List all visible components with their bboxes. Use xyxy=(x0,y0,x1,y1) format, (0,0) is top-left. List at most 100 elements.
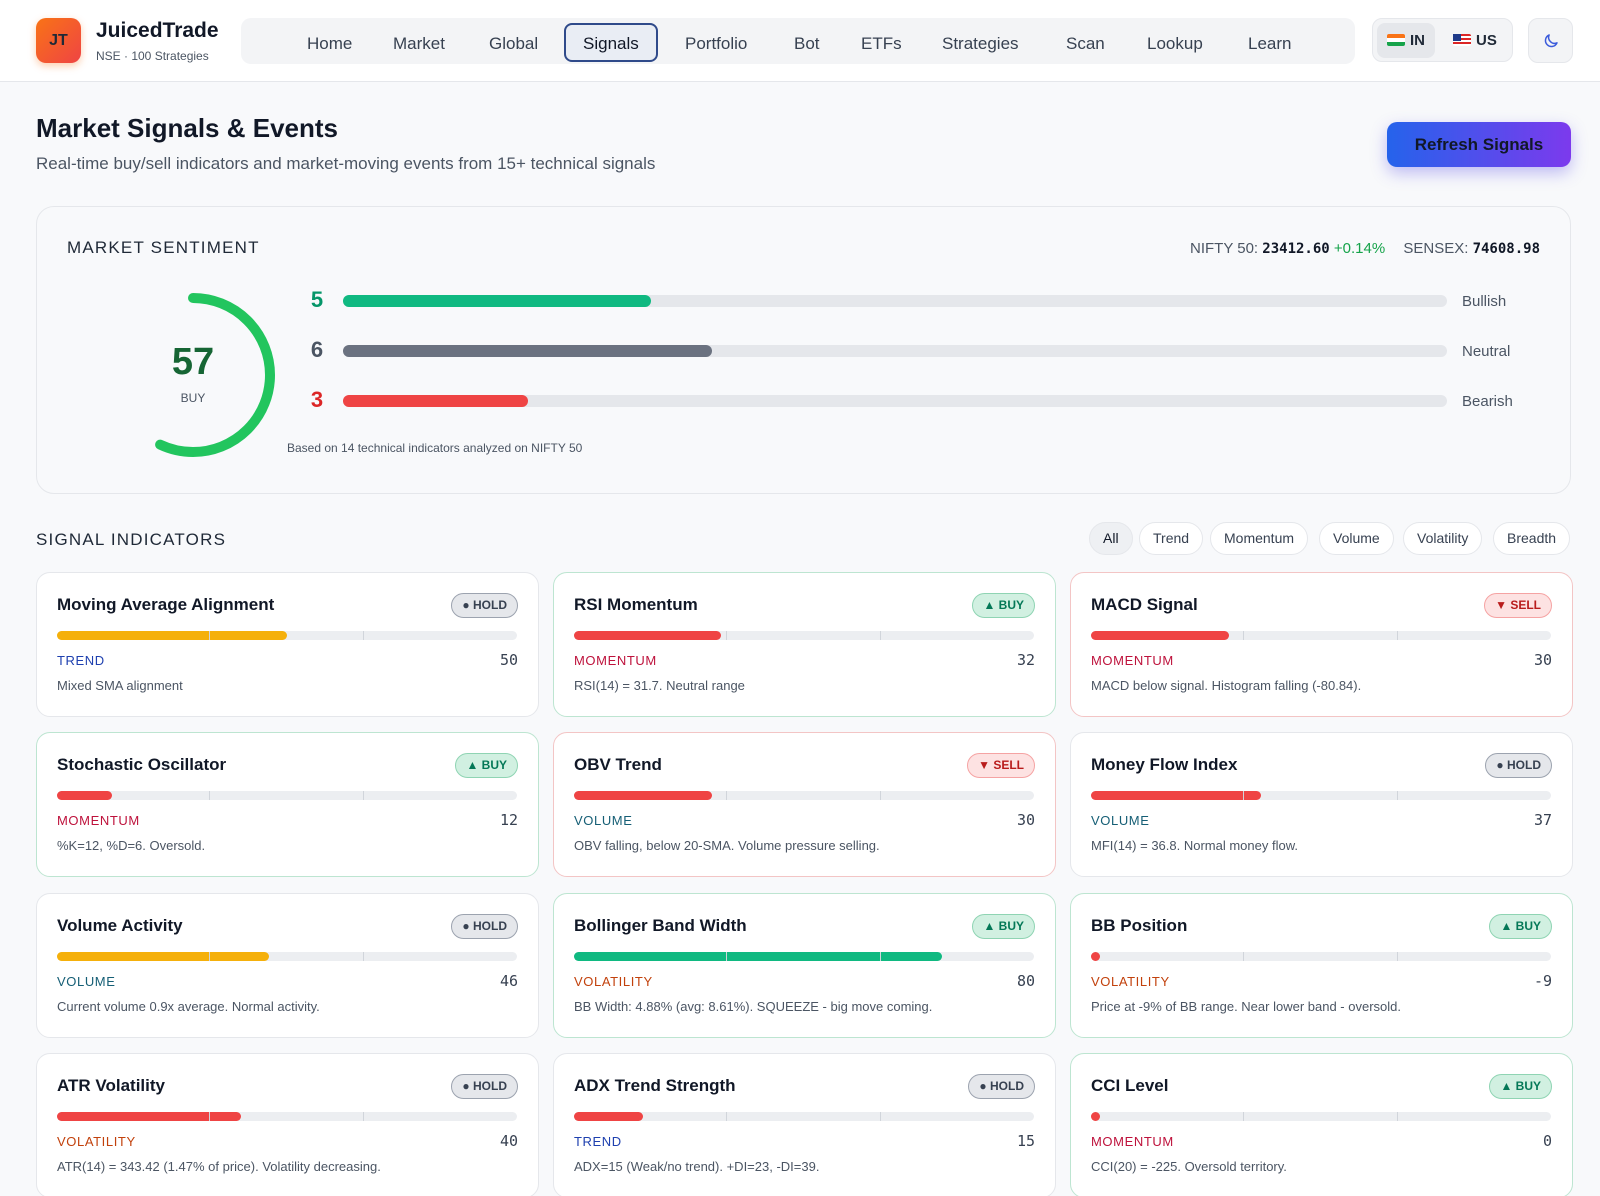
signal-card[interactable]: Moving Average Alignment ● HOLD TREND 50 Mix… xyxy=(36,572,539,717)
score-bar-tick xyxy=(209,1112,210,1121)
nav-item-home[interactable]: Home xyxy=(288,23,371,62)
theme-toggle-button[interactable] xyxy=(1528,18,1573,63)
signal-score-bar xyxy=(57,791,517,800)
score-bar-tick xyxy=(1397,631,1398,640)
signal-score-bar-fill xyxy=(1091,791,1262,800)
signal-category: VOLUME xyxy=(57,974,116,989)
signal-score: -9 xyxy=(1533,972,1552,990)
nav-item-global[interactable]: Global xyxy=(470,23,557,62)
score-bar-tick xyxy=(1397,1112,1398,1121)
brand-logo[interactable]: JT xyxy=(36,18,81,63)
signal-score-bar xyxy=(574,791,1034,800)
signal-score-bar-fill xyxy=(574,952,942,961)
region-in-button[interactable]: IN xyxy=(1377,23,1435,58)
score-bar-tick xyxy=(726,952,727,961)
flag-usa-icon xyxy=(1453,34,1471,46)
signal-card[interactable]: Volume Activity ● HOLD VOLUME 46 Current vol… xyxy=(36,893,539,1038)
index-quotes: NIFTY 50: 23412.60 +0.14% SENSEX: 74608.… xyxy=(1190,240,1540,257)
signal-score-bar xyxy=(57,631,517,640)
nav-item-scan[interactable]: Scan xyxy=(1047,23,1124,62)
filter-volatility[interactable]: Volatility xyxy=(1403,522,1483,555)
nav-item-portfolio[interactable]: Portfolio xyxy=(666,23,766,62)
filter-breadth[interactable]: Breadth xyxy=(1493,522,1571,555)
signal-category: TREND xyxy=(574,1134,622,1149)
refresh-signals-button[interactable]: Refresh Signals xyxy=(1387,122,1571,167)
signal-badge: ● HOLD xyxy=(968,1074,1035,1099)
nav-item-etfs[interactable]: ETFs xyxy=(842,23,921,62)
score-bar-tick xyxy=(209,952,210,961)
signal-score: 37 xyxy=(1533,811,1552,829)
signal-category: MOMENTUM xyxy=(1091,1134,1174,1149)
score-bar-tick xyxy=(363,952,364,961)
filter-trend[interactable]: Trend xyxy=(1139,522,1204,555)
signal-score-bar-fill xyxy=(57,791,113,800)
signal-card[interactable]: ATR Volatility ● HOLD VOLATILITY 40 ATR(14) … xyxy=(36,1053,539,1196)
score-bar-tick xyxy=(1243,791,1244,800)
signal-category: VOLATILITY xyxy=(1091,974,1170,989)
filter-all[interactable]: All xyxy=(1089,522,1133,555)
score-bar-tick xyxy=(363,631,364,640)
signal-description: OBV falling, below 20-SMA. Volume pressu… xyxy=(574,838,880,853)
bullish-count: 5 xyxy=(310,287,324,312)
signal-score: 30 xyxy=(1016,811,1035,829)
neutral-label: Neutral xyxy=(1462,343,1511,360)
signal-score-bar-fill xyxy=(57,1112,241,1121)
signal-card[interactable]: Bollinger Band Width ▲ BUY VOLATILITY 80 BB … xyxy=(553,893,1056,1038)
sensex-value: 74608.98 xyxy=(1472,241,1540,257)
region-in-label: IN xyxy=(1410,32,1425,49)
score-bar-tick xyxy=(209,631,210,640)
signal-badge: ▲ BUY xyxy=(1489,1074,1552,1099)
signal-card[interactable]: Stochastic Oscillator ▲ BUY MOMENTUM 12 %K=1… xyxy=(36,732,539,877)
score-bar-tick xyxy=(880,1112,881,1121)
signal-score: 80 xyxy=(1016,972,1035,990)
signal-category: MOMENTUM xyxy=(574,653,657,668)
signal-card-title: ATR Volatility xyxy=(57,1076,165,1095)
bearish-count: 3 xyxy=(310,387,324,412)
signal-card[interactable]: ADX Trend Strength ● HOLD TREND 15 ADX=15 (W… xyxy=(553,1053,1056,1196)
signal-score: 40 xyxy=(499,1132,518,1150)
signal-badge: ▲ BUY xyxy=(972,593,1035,618)
signal-badge: ▲ BUY xyxy=(1489,914,1552,939)
signal-score-bar-fill xyxy=(574,1112,643,1121)
signal-description: BB Width: 4.88% (avg: 8.61%). SQUEEZE - … xyxy=(574,999,933,1014)
score-bar-tick xyxy=(880,791,881,800)
signal-description: ADX=15 (Weak/no trend). +DI=23, -DI=39. xyxy=(574,1159,820,1174)
score-bar-tick xyxy=(363,791,364,800)
signal-badge: ● HOLD xyxy=(451,914,518,939)
nav-item-market[interactable]: Market xyxy=(374,23,464,62)
nav-item-strategies[interactable]: Strategies xyxy=(923,23,1038,62)
nav-item-bot[interactable]: Bot xyxy=(775,23,839,62)
signal-score: 50 xyxy=(499,651,518,669)
score-bar-tick xyxy=(1243,631,1244,640)
signal-description: %K=12, %D=6. Oversold. xyxy=(57,838,206,853)
signal-description: MACD below signal. Histogram falling (-8… xyxy=(1091,678,1362,693)
filter-momentum[interactable]: Momentum xyxy=(1210,522,1309,555)
nav-item-signals[interactable]: Signals xyxy=(564,23,658,62)
score-bar-tick xyxy=(726,1112,727,1121)
signal-card[interactable]: BB Position ▲ BUY VOLATILITY -9 Price at -9%… xyxy=(1070,893,1573,1038)
signal-category: TREND xyxy=(57,653,105,668)
signal-card[interactable]: RSI Momentum ▲ BUY MOMENTUM 32 RSI(14) = 31.… xyxy=(553,572,1056,717)
nav-item-lookup[interactable]: Lookup xyxy=(1128,23,1222,62)
score-bar-tick xyxy=(209,791,210,800)
moon-icon xyxy=(1544,33,1558,47)
signal-description: Mixed SMA alignment xyxy=(57,678,183,693)
signal-card-title: OBV Trend xyxy=(574,755,662,774)
brand-name[interactable]: JuicedTrade xyxy=(96,19,219,43)
nav-item-learn[interactable]: Learn xyxy=(1229,23,1310,62)
signal-description: MFI(14) = 36.8. Normal money flow. xyxy=(1091,838,1298,853)
filter-volume[interactable]: Volume xyxy=(1319,522,1394,555)
signal-score: 12 xyxy=(499,811,518,829)
signal-score-bar-fill xyxy=(1091,952,1100,961)
region-us-button[interactable]: US xyxy=(1443,23,1507,58)
market-sentiment-card: MARKET SENTIMENT NIFTY 50: 23412.60 +0.1… xyxy=(36,206,1571,494)
signal-card-title: Moving Average Alignment xyxy=(57,595,275,614)
bullish-label: Bullish xyxy=(1462,293,1507,310)
bearish-bar-fill xyxy=(343,395,528,407)
signal-card[interactable]: MACD Signal ▼ SELL MOMENTUM 30 MACD below si… xyxy=(1070,572,1573,717)
signal-category: VOLATILITY xyxy=(57,1134,136,1149)
flag-india-icon xyxy=(1387,34,1405,46)
signal-card[interactable]: OBV Trend ▼ SELL VOLUME 30 OBV falling, belo… xyxy=(553,732,1056,877)
signal-card[interactable]: CCI Level ▲ BUY MOMENTUM 0 CCI(20) = -225. O… xyxy=(1070,1053,1573,1196)
signal-card[interactable]: Money Flow Index ● HOLD VOLUME 37 MFI(14) = … xyxy=(1070,732,1573,877)
